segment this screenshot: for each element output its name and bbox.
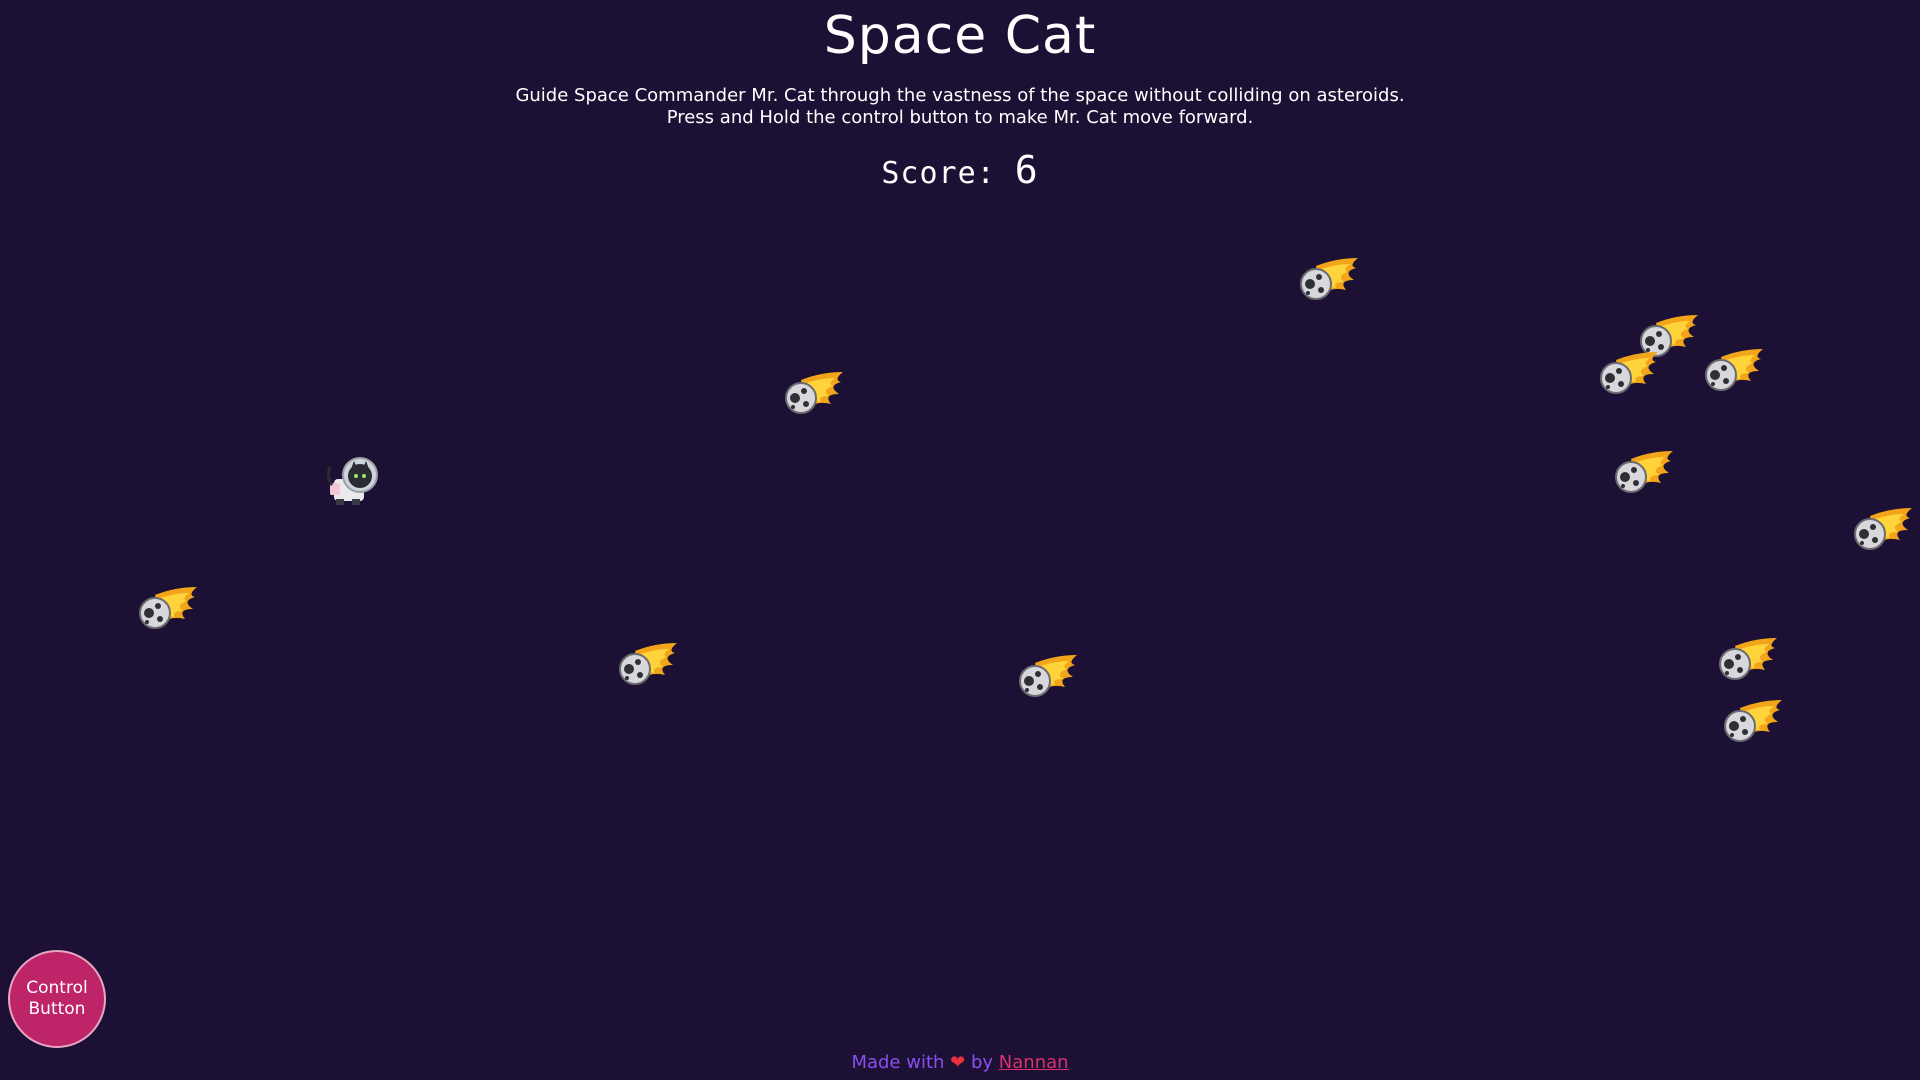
flaming-asteroid-icon — [1724, 700, 1782, 742]
footer-made-with: Made with — [851, 1052, 945, 1073]
flaming-asteroid-icon — [139, 587, 197, 629]
page-title: Space Cat — [823, 6, 1097, 66]
flaming-asteroid-icon — [1615, 451, 1673, 493]
score-display: Score: 6 — [0, 148, 1920, 192]
control-button[interactable]: Control Button — [8, 950, 106, 1048]
flaming-asteroid-icon — [619, 643, 677, 685]
score-value: 6 — [1014, 148, 1039, 192]
flaming-asteroid-icon — [1719, 638, 1777, 680]
flaming-asteroid-icon — [1705, 349, 1763, 391]
flaming-asteroid-icon — [1600, 352, 1658, 394]
score-label: Score: — [881, 156, 996, 191]
game-stage: Space Cat Guide Space Commander Mr. Cat … — [0, 0, 1920, 1080]
instructions-line-1: Guide Space Commander Mr. Cat through th… — [515, 85, 1405, 106]
instructions-line-2: Press and Hold the control button to mak… — [666, 107, 1254, 128]
flaming-asteroid-icon — [1019, 655, 1077, 697]
footer: Made with ❤ by Nannan — [0, 1052, 1920, 1073]
heart-icon: ❤ — [950, 1052, 966, 1073]
flaming-asteroid-icon — [785, 372, 843, 414]
author-link[interactable]: Nannan — [999, 1052, 1069, 1073]
astronaut-cat-icon — [326, 457, 378, 505]
flaming-asteroid-icon — [1854, 508, 1912, 550]
footer-by: by — [970, 1052, 994, 1073]
instructions: Guide Space Commander Mr. Cat through th… — [0, 85, 1920, 129]
flaming-asteroid-icon — [1300, 258, 1358, 300]
